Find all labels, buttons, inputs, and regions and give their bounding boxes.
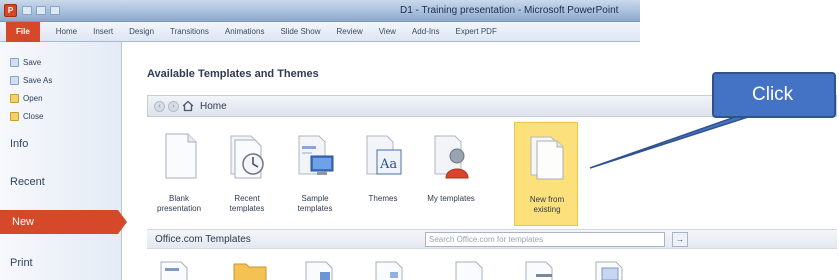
tab-add-ins[interactable]: Add-Ins — [404, 27, 448, 36]
tile-caption: Sample templates — [297, 194, 333, 213]
quick-access-toolbar — [22, 6, 60, 15]
tab-home[interactable]: Home — [48, 27, 85, 36]
section-title: Available Templates and Themes — [147, 68, 319, 80]
document-thumbnail-icon[interactable] — [157, 258, 193, 280]
blank-page-icon — [165, 133, 197, 179]
tile-my-templates[interactable]: My templates — [419, 122, 483, 226]
nav-item-info[interactable]: Info — [10, 138, 28, 150]
nav-item-open[interactable]: Open — [10, 94, 43, 103]
officecom-templates-bar: Office.com Templates Search Office.com f… — [147, 229, 837, 249]
backstage-nav: Save Save As Open Close Info Recent — [0, 42, 122, 280]
document-thumbnail-icon[interactable] — [452, 258, 488, 280]
tab-insert[interactable]: Insert — [85, 27, 121, 36]
back-arrow-icon[interactable]: ‹ — [154, 101, 165, 112]
tab-expert-pdf[interactable]: Expert PDF — [448, 27, 505, 36]
tile-new-from-existing[interactable]: New from existing — [514, 122, 578, 226]
qat-save-icon[interactable] — [22, 6, 32, 15]
sample-monitor-icon — [298, 135, 334, 175]
document-thumbnail-icon[interactable] — [302, 258, 338, 280]
tile-caption: Blank presentation — [156, 194, 202, 213]
tile-sample-templates[interactable]: Sample templates — [283, 122, 347, 226]
close-folder-icon — [10, 112, 19, 121]
nav-item-print[interactable]: Print — [10, 257, 33, 269]
nav-item-label: Save — [23, 58, 42, 67]
officecom-search-input[interactable]: Search Office.com for templates — [425, 232, 665, 247]
ribbon-tabs: File Home Insert Design Transitions Anim… — [0, 21, 640, 42]
nav-item-new-label: New — [12, 216, 35, 228]
save-as-icon — [10, 76, 19, 85]
themes-aa-icon: Aa — [366, 135, 402, 175]
document-thumbnail-icon[interactable] — [372, 258, 408, 280]
home-icon[interactable] — [182, 100, 194, 112]
tile-blank-presentation[interactable]: Blank presentation — [147, 122, 211, 226]
tile-caption: New from existing — [529, 195, 565, 214]
tab-slide-show[interactable]: Slide Show — [272, 27, 328, 36]
tile-recent-templates[interactable]: Recent templates — [215, 122, 279, 226]
nav-item-save-as[interactable]: Save As — [10, 76, 52, 85]
tab-file[interactable]: File — [6, 21, 40, 42]
my-templates-person-icon — [434, 135, 469, 179]
new-from-existing-icon — [530, 136, 564, 180]
tile-caption: Recent templates — [229, 194, 265, 213]
nav-item-label: Close — [23, 112, 44, 121]
breadcrumb-home[interactable]: Home — [200, 101, 227, 112]
save-icon — [10, 58, 19, 67]
officecom-label: Office.com Templates — [155, 234, 251, 245]
powerpoint-app-icon[interactable]: P — [4, 4, 17, 17]
qat-undo-icon[interactable] — [36, 6, 46, 15]
tab-review[interactable]: Review — [328, 27, 370, 36]
officecom-category-row — [147, 252, 627, 280]
tab-design[interactable]: Design — [121, 27, 162, 36]
forward-arrow-icon[interactable]: › — [168, 101, 179, 112]
tab-animations[interactable]: Animations — [217, 27, 273, 36]
template-tiles: Blank presentation Recent templates Sample… — [147, 122, 592, 227]
title-bar: P D1 - Training presentation - Microsoft… — [0, 0, 640, 22]
nav-item-new[interactable]: New — [0, 210, 118, 234]
open-folder-icon — [10, 94, 19, 103]
svg-text:Aa: Aa — [379, 157, 397, 172]
search-go-arrow-icon[interactable]: → — [672, 232, 688, 247]
tile-caption: My templates — [427, 194, 475, 203]
nav-item-label: Save As — [23, 76, 53, 85]
nav-item-close[interactable]: Close — [10, 112, 43, 121]
click-callout: Click — [712, 72, 836, 118]
qat-redo-icon[interactable] — [50, 6, 60, 15]
document-thumbnail-icon[interactable] — [522, 258, 558, 280]
folder-icon[interactable] — [232, 258, 268, 280]
recent-clock-icon — [230, 135, 264, 179]
tile-themes[interactable]: Aa Themes — [351, 122, 415, 226]
tab-view[interactable]: View — [371, 27, 404, 36]
nav-item-recent[interactable]: Recent — [10, 176, 45, 188]
nav-item-save[interactable]: Save — [10, 58, 41, 67]
document-thumbnail-icon[interactable] — [592, 258, 628, 280]
nav-item-label: Open — [23, 94, 43, 103]
window-title: D1 - Training presentation - Microsoft P… — [400, 5, 619, 16]
nav-selected-arrow — [118, 210, 127, 234]
tab-transitions[interactable]: Transitions — [162, 27, 217, 36]
tile-caption: Themes — [368, 194, 398, 203]
callout-text: Click — [752, 84, 794, 105]
